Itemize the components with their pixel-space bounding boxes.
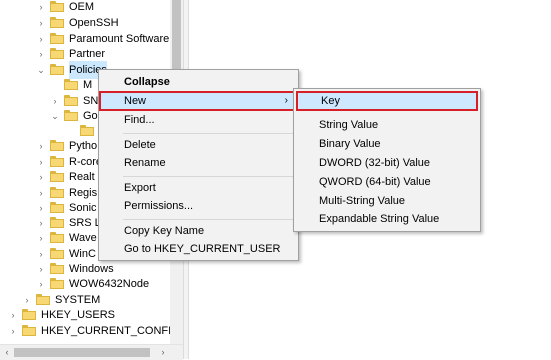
folder-icon	[50, 48, 64, 59]
scroll-right-icon[interactable]: ›	[158, 347, 168, 357]
submenu-item-multi-string[interactable]: Multi-String Value	[294, 191, 480, 211]
menu-item-export[interactable]: Export	[99, 178, 298, 198]
folder-icon	[22, 325, 36, 336]
folder-icon	[64, 79, 78, 90]
menu-separator	[123, 219, 296, 220]
folder-icon	[64, 95, 78, 106]
folder-icon	[64, 110, 78, 121]
folder-icon	[50, 202, 64, 213]
menu-item-find[interactable]: Find...	[99, 110, 298, 130]
folder-icon	[50, 217, 64, 228]
horizontal-scroll-thumb[interactable]	[14, 348, 150, 357]
new-submenu: Key String Value Binary Value DWORD (32-…	[293, 88, 481, 232]
scroll-left-icon[interactable]: ‹	[2, 347, 12, 357]
submenu-item-qword[interactable]: QWORD (64-bit) Value	[294, 172, 480, 192]
folder-icon	[50, 187, 64, 198]
submenu-item-expandable-string[interactable]: Expandable String Value	[294, 209, 480, 229]
folder-icon	[50, 232, 64, 243]
expand-icon[interactable]: ›	[22, 291, 32, 309]
menu-item-label: New	[124, 95, 147, 107]
tree-item-label: HKEY_CURRENT_CONFIG	[41, 325, 180, 337]
folder-icon	[50, 33, 64, 44]
submenu-item-key[interactable]: Key	[296, 91, 478, 111]
horizontal-scrollbar[interactable]: ‹ ›	[0, 344, 183, 360]
context-menu: Collapse New › Find... Delete Rename Exp…	[98, 69, 299, 261]
menu-item-copy-key-name[interactable]: Copy Key Name	[99, 221, 298, 241]
folder-icon	[50, 64, 64, 75]
expand-icon[interactable]: ›	[36, 275, 46, 293]
folder-icon	[22, 309, 36, 320]
menu-item-new[interactable]: New ›	[99, 91, 298, 111]
collapse-icon[interactable]: ⌄	[36, 61, 46, 79]
collapse-icon[interactable]: ⌄	[50, 107, 60, 125]
tree-item-label: Go	[83, 110, 98, 122]
menu-separator	[123, 133, 296, 134]
folder-icon	[50, 171, 64, 182]
folder-icon	[36, 294, 50, 305]
menu-item-rename[interactable]: Rename	[99, 153, 298, 173]
folder-icon	[50, 1, 64, 12]
folder-icon	[50, 263, 64, 274]
submenu-item-binary-value[interactable]: Binary Value	[294, 134, 480, 154]
folder-icon	[50, 140, 64, 151]
menu-item-goto-hkcu[interactable]: Go to HKEY_CURRENT_USER	[99, 239, 298, 259]
folder-icon	[80, 125, 94, 136]
menu-item-collapse[interactable]: Collapse	[99, 72, 298, 92]
submenu-item-string-value[interactable]: String Value	[294, 115, 480, 135]
menu-separator	[123, 176, 296, 177]
expand-icon[interactable]: ›	[8, 322, 18, 340]
folder-icon	[50, 248, 64, 259]
menu-item-permissions[interactable]: Permissions...	[99, 196, 298, 216]
chevron-right-icon: ›	[284, 95, 288, 106]
folder-icon	[50, 278, 64, 289]
folder-icon	[50, 156, 64, 167]
submenu-item-dword[interactable]: DWORD (32-bit) Value	[294, 153, 480, 173]
menu-item-delete[interactable]: Delete	[99, 135, 298, 155]
folder-icon	[50, 17, 64, 28]
